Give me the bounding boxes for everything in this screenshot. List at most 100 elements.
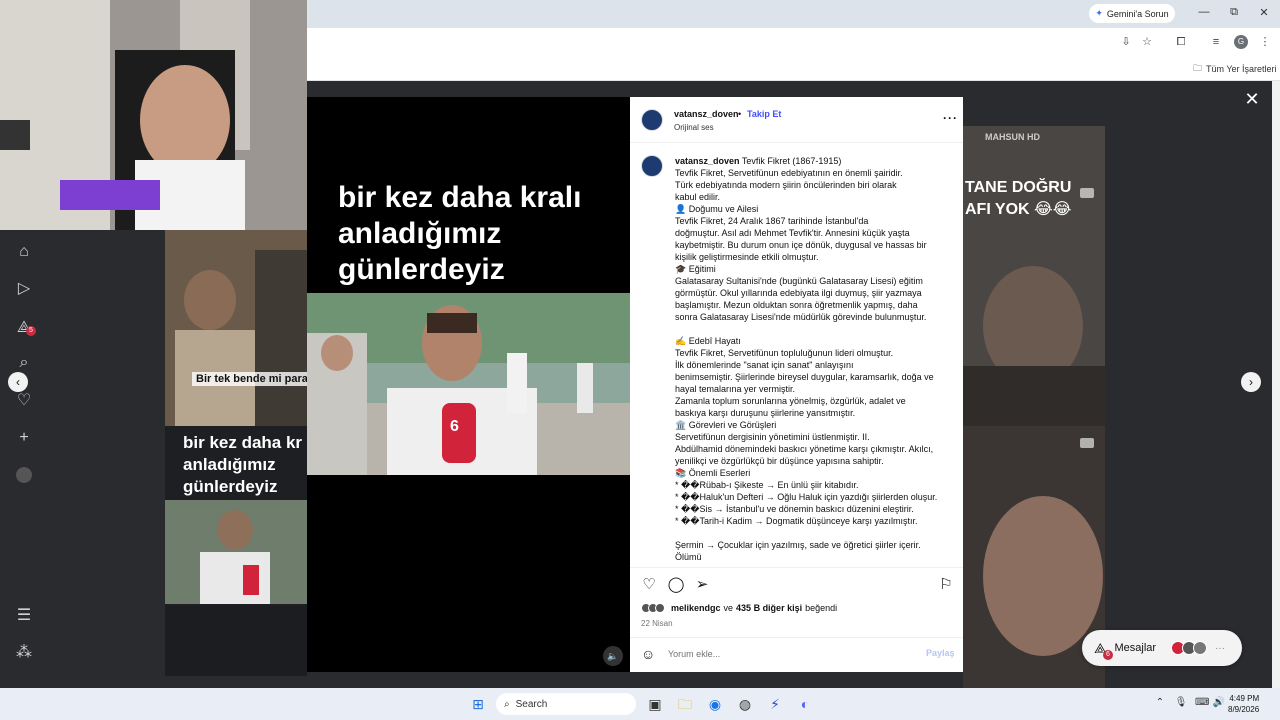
- comment-icon[interactable]: ◯: [667, 576, 685, 594]
- windows-taskbar: [0, 688, 1280, 720]
- post-caption: vatansz_doven Tevfik Fikret (1867-1915) …: [675, 155, 945, 567]
- task-view-icon[interactable]: ▣: [646, 695, 664, 713]
- menu-dots-icon[interactable]: ⋮: [1257, 34, 1273, 50]
- search-label: Search: [515, 698, 548, 710]
- grid-thumbnail[interactable]: [165, 230, 307, 426]
- messages-badge: 6: [1103, 650, 1113, 660]
- caption-line: Servetifünun dergisinin yönetimini üstle…: [675, 432, 870, 442]
- caption-line: 📚 Önemli Eserleri: [675, 468, 751, 478]
- profile-avatar[interactable]: G: [1234, 35, 1248, 49]
- thumbnail-image: [963, 126, 1105, 426]
- grid-thumbnail[interactable]: [963, 126, 1105, 426]
- search-icon[interactable]: ⌕: [14, 353, 34, 373]
- obs-icon[interactable]: ◍: [736, 695, 754, 713]
- discord-icon[interactable]: ◐: [796, 695, 814, 713]
- volume-icon[interactable]: 🔊: [1212, 697, 1226, 708]
- folder-icon: 🗀: [1193, 63, 1203, 73]
- gemini-button[interactable]: ✦ Gemini'a Sorun: [1089, 4, 1175, 23]
- app-icon[interactable]: ⚡: [766, 695, 784, 713]
- bookmark-star-icon[interactable]: ☆: [1139, 34, 1155, 50]
- liked-by-user[interactable]: melikendgc: [671, 603, 721, 613]
- liked-by-join: ve: [723, 603, 734, 613]
- home-icon[interactable]: ⌂: [14, 242, 34, 262]
- clock-date: 8/9/2026: [1228, 705, 1260, 714]
- video-frame: 6: [307, 293, 630, 475]
- caption-line: baskıya karşı duruşunu şiirlerine yansıt…: [675, 408, 856, 418]
- reels-icon[interactable]: ▷: [14, 279, 34, 299]
- thumbnail-title: TANE DOĞRU AFI YOK 😂😂: [965, 179, 1072, 218]
- thumbnail-logo: MAHSUN HD: [985, 132, 1040, 142]
- caption-line: * ��Haluk'un Defteri → Oğlu Haluk için y…: [675, 492, 938, 502]
- caption-line: [675, 527, 945, 539]
- emoji-icon[interactable]: ☺: [641, 646, 657, 662]
- next-post-button[interactable]: ›: [1241, 372, 1261, 392]
- caption-line: kabul edilir.: [675, 192, 721, 202]
- post-date[interactable]: 22 Nisan: [641, 619, 673, 628]
- all-bookmarks-label: Tüm Yer İşaretleri: [1206, 64, 1277, 74]
- author-avatar[interactable]: [641, 109, 663, 131]
- start-icon[interactable]: ⊞: [469, 695, 487, 713]
- apps-icon[interactable]: ⁂: [14, 643, 34, 663]
- thumbnail-title: bir kez daha kr anladığımız günlerdeyiz: [183, 433, 303, 496]
- caption-username[interactable]: vatansz_doven: [675, 156, 740, 166]
- all-bookmarks-folder[interactable]: 🗀 Tüm Yer İşaretleri: [1193, 61, 1277, 77]
- caption-line: Türk edebiyatında modern şiirin öncüleri…: [675, 180, 897, 190]
- share-icon[interactable]: ➢: [693, 576, 711, 594]
- caption-line: görmüştür. Okul yıllarında edebiyata ilg…: [675, 288, 922, 298]
- extensions-icon[interactable]: ⧠: [1173, 34, 1189, 50]
- maximize-icon[interactable]: ⧉: [1225, 6, 1243, 22]
- author-username[interactable]: vatansz_doven: [674, 109, 739, 119]
- microphone-icon[interactable]: 🎙: [1174, 697, 1188, 708]
- liked-by-others[interactable]: 435 B diğer kişi: [736, 603, 802, 613]
- more-dots-icon: ···: [1215, 642, 1226, 654]
- network-icon[interactable]: ⌨: [1195, 697, 1209, 708]
- gemini-icon: ✦: [1095, 8, 1103, 18]
- caption-body: Tevfik Fikret, Servetifünun edebiyatının…: [675, 167, 945, 563]
- reading-list-icon[interactable]: ≡: [1208, 34, 1224, 50]
- likes-summary[interactable]: melikendgc ve 435 B diğer kişi beğendi: [641, 603, 837, 613]
- heart-icon[interactable]: ♡: [14, 391, 34, 411]
- video-overlay-title: bir kez daha kralı anladığımız günlerdey…: [338, 181, 582, 286]
- previous-post-button[interactable]: ‹: [8, 372, 28, 392]
- search-icon: ⌕: [504, 698, 510, 710]
- comment-input[interactable]: [666, 646, 906, 662]
- thumbnail-image: [165, 500, 307, 604]
- liker-avatars: [641, 603, 665, 613]
- caption-line: Tevfik Fikret, Servetifünun topluluğunun…: [675, 348, 894, 358]
- taskbar-search[interactable]: ⌕ Search: [496, 693, 636, 715]
- caption-line: Galatasaray Sultanisi'nde (bugünkü Galat…: [675, 276, 923, 286]
- caption-line: İlk dönemlerinde "sanat için sanat" anla…: [675, 360, 854, 370]
- tray-chevron-icon[interactable]: ⌃: [1153, 697, 1167, 708]
- caption-line: * ��Tarih-i Kadim → Dogmatik düşünceye k…: [675, 516, 918, 526]
- audio-label[interactable]: Orijinal ses: [674, 123, 714, 132]
- caption-line: kaybetmiştir. Bu durum onun içe dönük, d…: [675, 240, 927, 250]
- caption-author-avatar[interactable]: [641, 155, 663, 177]
- more-menu-icon[interactable]: ☰: [14, 606, 34, 626]
- mute-button[interactable]: 🔈: [603, 646, 623, 666]
- profile-avatar-icon[interactable]: [16, 467, 32, 483]
- system-clock[interactable]: 4:49 PM 8/9/2026: [1228, 693, 1259, 715]
- webcam-overlay: [0, 0, 307, 230]
- caption-line: doğmuştur. Asıl adı Mehmet Tevfik'tir. A…: [675, 228, 910, 238]
- caption-line: başlamıştır. Mezun olduktan sonra öğretm…: [675, 300, 918, 310]
- page-scrollbar[interactable]: [1272, 81, 1280, 688]
- follow-button[interactable]: Takip Et: [747, 109, 781, 119]
- chrome-icon[interactable]: ◉: [706, 695, 724, 713]
- caption-line: * ��Rübab-ı Şikeste → En ünlü şiir kitab…: [675, 480, 859, 490]
- messages-button[interactable]: ⟁ Mesajlar ···: [1082, 630, 1242, 666]
- create-icon[interactable]: +: [14, 428, 34, 448]
- caption-line: benimsemiştir. Şiirlerinde bireysel duyg…: [675, 372, 934, 382]
- save-bookmark-icon[interactable]: ⚐: [937, 576, 955, 594]
- more-options-icon[interactable]: ···: [943, 111, 958, 125]
- like-heart-icon[interactable]: ♡: [640, 576, 658, 594]
- file-explorer-icon[interactable]: 🗀: [676, 695, 694, 713]
- caption-line: 🏛️ Görevleri ve Görüşleri: [675, 420, 777, 430]
- caption-line: Abdülhamid dönemindeki baskıcı yönetime …: [675, 444, 934, 454]
- post-comment-button[interactable]: Paylaş: [926, 648, 955, 658]
- close-modal-icon[interactable]: ✕: [1243, 90, 1261, 108]
- minimize-icon[interactable]: —: [1195, 6, 1213, 22]
- messages-label: Mesajlar: [1114, 642, 1157, 654]
- close-window-icon[interactable]: ✕: [1255, 6, 1273, 22]
- install-app-icon[interactable]: ⇩: [1118, 34, 1134, 50]
- grid-thumbnail[interactable]: [165, 606, 307, 676]
